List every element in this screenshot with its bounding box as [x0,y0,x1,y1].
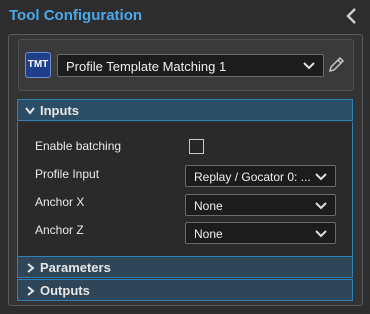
anchor-x-dropdown[interactable]: None [185,194,336,216]
chevron-down-icon [315,173,327,181]
profile-input-label: Profile Input [35,167,100,181]
anchor-z-dropdown[interactable]: None [185,222,336,244]
section-header-parameters[interactable]: Parameters [17,256,353,278]
section-label-parameters: Parameters [40,260,111,275]
anchor-x-label: Anchor X [35,195,85,209]
anchor-z-label: Anchor Z [35,223,84,237]
chevron-right-icon [27,286,35,296]
section-header-inputs[interactable]: Inputs [17,99,353,121]
tool-type-icon: TMT [25,52,51,78]
chevron-down-icon [315,202,327,210]
tool-panel: TMT Profile Template Matching 1 Inputs E… [8,34,363,306]
tool-selector-row: TMT Profile Template Matching 1 [18,39,354,91]
chevron-left-icon[interactable] [344,7,360,25]
tool-select-dropdown[interactable]: Profile Template Matching 1 [57,54,324,77]
pencil-icon[interactable] [327,55,345,75]
section-label-outputs: Outputs [40,283,90,298]
inputs-section-body: Enable batching Profile Input Replay / G… [17,122,353,256]
section-header-outputs[interactable]: Outputs [17,279,353,301]
enable-batching-label: Enable batching [35,139,122,153]
panel-title: Tool Configuration [9,7,143,24]
title-bar: Tool Configuration [0,0,370,34]
section-label-inputs: Inputs [40,103,79,118]
chevron-down-icon [25,107,35,115]
chevron-right-icon [27,263,35,273]
anchor-z-value: None [194,227,223,241]
chevron-down-icon [303,62,315,70]
enable-batching-checkbox[interactable] [189,139,204,154]
profile-input-value: Replay / Gocator 0: ... [194,170,311,184]
tool-select-value: Profile Template Matching 1 [66,59,227,74]
profile-input-dropdown[interactable]: Replay / Gocator 0: ... [185,165,336,187]
chevron-down-icon [315,230,327,238]
anchor-x-value: None [194,199,223,213]
